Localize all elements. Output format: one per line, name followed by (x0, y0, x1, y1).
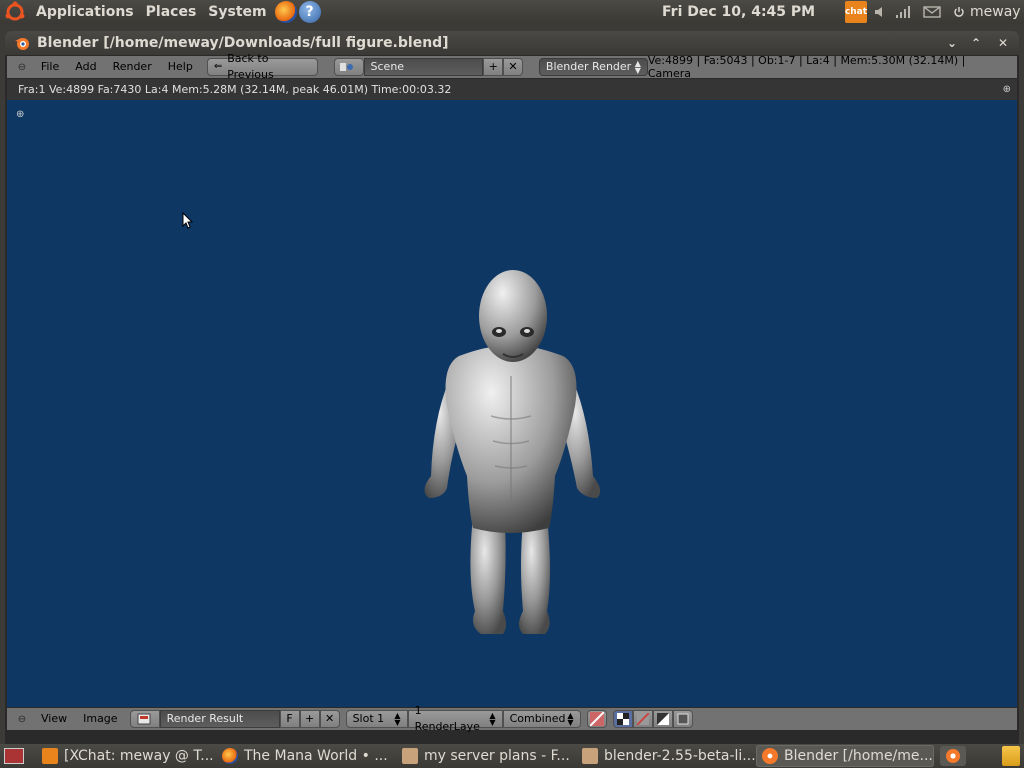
clock[interactable]: Fri Dec 10, 4:45 PM (662, 0, 815, 24)
dropdown-arrows-icon: ▲ ▼ (394, 711, 401, 727)
render-engine-select[interactable]: Blender Render ▲ ▼ (538, 58, 648, 76)
collapse-icon[interactable]: ⊖ (15, 712, 29, 726)
blender-info-header: ⊖ File Add Render Help ⇐ Back to Previou… (7, 52, 1017, 81)
dropdown-arrows-icon: ▲ ▼ (634, 59, 641, 75)
delete-scene-icon[interactable]: ✕ (503, 58, 523, 76)
scene-stats: Ve:4899 | Fa:5043 | Ob:1-7 | La:4 | Mem:… (647, 54, 966, 80)
gnome-bottom-panel: [XChat: meway @ T... The Mana World • ..… (0, 744, 1024, 768)
render-stats-bar: Fra:1 Ve:4899 Fa:7430 La:4 Mem:5.28M (32… (7, 79, 1017, 100)
network-icon[interactable] (894, 2, 914, 22)
mail-icon[interactable] (922, 2, 942, 22)
menu-render[interactable]: Render (105, 56, 160, 78)
blender-icon (15, 38, 29, 50)
minimize-button[interactable]: ⌄ (942, 34, 962, 52)
back-to-previous-button[interactable]: ⇐ Back to Previous (206, 52, 318, 81)
new-image-icon[interactable]: + (299, 710, 320, 728)
mouse-cursor-icon (182, 212, 194, 229)
xchat-icon[interactable]: chat (845, 1, 867, 23)
task-blender-window[interactable]: Blender [/home/me... (756, 745, 934, 767)
menu-file[interactable]: File (33, 56, 67, 78)
expand-icon[interactable]: ⊕ (1003, 84, 1011, 95)
dropdown-arrows-icon: ▲ ▼ (567, 711, 574, 727)
xchat-icon (42, 748, 58, 764)
ubuntu-logo-icon[interactable] (4, 1, 26, 23)
z-buffer-icon[interactable] (672, 710, 693, 728)
task-server-plans[interactable]: my server plans - F... (396, 745, 576, 767)
back-arrow-icon: ⇐ (213, 61, 223, 72)
rendered-figure (424, 270, 601, 634)
blender-icon (762, 748, 778, 764)
toolshelf-icon[interactable]: ⊕ (16, 109, 24, 120)
draw-rgb-icon[interactable] (612, 710, 633, 728)
image-browse-icon[interactable] (129, 710, 160, 728)
window-title: Blender [/home/meway/Downloads/full figu… (37, 35, 449, 51)
render-viewport[interactable]: ⊕ (7, 100, 1017, 707)
image-editor-header: ⊖ View Image Render Result F + ✕ Slot 1 … (7, 704, 1017, 733)
fake-user-button[interactable]: F (279, 710, 300, 728)
workspace-switcher[interactable] (940, 746, 966, 766)
menu-view[interactable]: View (33, 708, 75, 730)
trash-icon[interactable] (1002, 746, 1020, 766)
scene-type-icon[interactable] (333, 58, 364, 76)
render-layer-select[interactable]: 1 RenderLaye ▲ ▼ (407, 704, 503, 733)
firefox-icon[interactable] (274, 1, 297, 23)
gnome-top-panel: Applications Places System ? Fri Dec 10,… (0, 0, 1024, 24)
applications-menu[interactable]: Applications (30, 0, 140, 24)
folder-icon (582, 748, 598, 764)
user-name[interactable]: meway (970, 0, 1021, 24)
show-desktop-icon[interactable] (4, 748, 24, 764)
image-name-field[interactable]: Render Result (159, 710, 280, 728)
add-scene-icon[interactable]: + (483, 58, 504, 76)
help-icon[interactable]: ? (298, 1, 321, 23)
blender-window: Blender [/home/meway/Downloads/full figu… (5, 31, 1019, 745)
task-mana-world[interactable]: The Mana World • ... (216, 745, 396, 767)
slot-select[interactable]: Slot 1 ▲ ▼ (345, 710, 408, 728)
menu-image[interactable]: Image (75, 708, 125, 730)
alpha-only-icon[interactable] (652, 710, 673, 728)
task-xchat[interactable]: [XChat: meway @ T... (36, 745, 216, 767)
folder-icon (402, 748, 418, 764)
power-icon[interactable] (952, 2, 966, 22)
volume-icon[interactable] (871, 2, 891, 22)
firefox-icon (222, 748, 238, 764)
places-menu[interactable]: Places (140, 0, 203, 24)
maximize-button[interactable]: ⌃ (966, 34, 986, 52)
scene-name-field[interactable]: Scene (363, 58, 484, 76)
close-button[interactable]: ✕ (993, 34, 1013, 52)
menu-help[interactable]: Help (160, 56, 201, 78)
blender-icon (946, 749, 960, 763)
unlink-image-icon[interactable]: ✕ (319, 710, 340, 728)
dropdown-arrows-icon: ▲ ▼ (489, 711, 496, 727)
draw-alpha-icon[interactable] (632, 710, 653, 728)
system-menu[interactable]: System (202, 0, 272, 24)
collapse-icon[interactable]: ⊖ (15, 60, 29, 74)
task-blender-folder[interactable]: blender-2.55-beta-li... (576, 745, 756, 767)
menu-add[interactable]: Add (67, 56, 104, 78)
window-titlebar[interactable]: Blender [/home/meway/Downloads/full figu… (5, 31, 1019, 55)
texture-paint-icon[interactable] (586, 710, 607, 728)
render-pass-select[interactable]: Combined ▲ ▼ (502, 710, 581, 728)
